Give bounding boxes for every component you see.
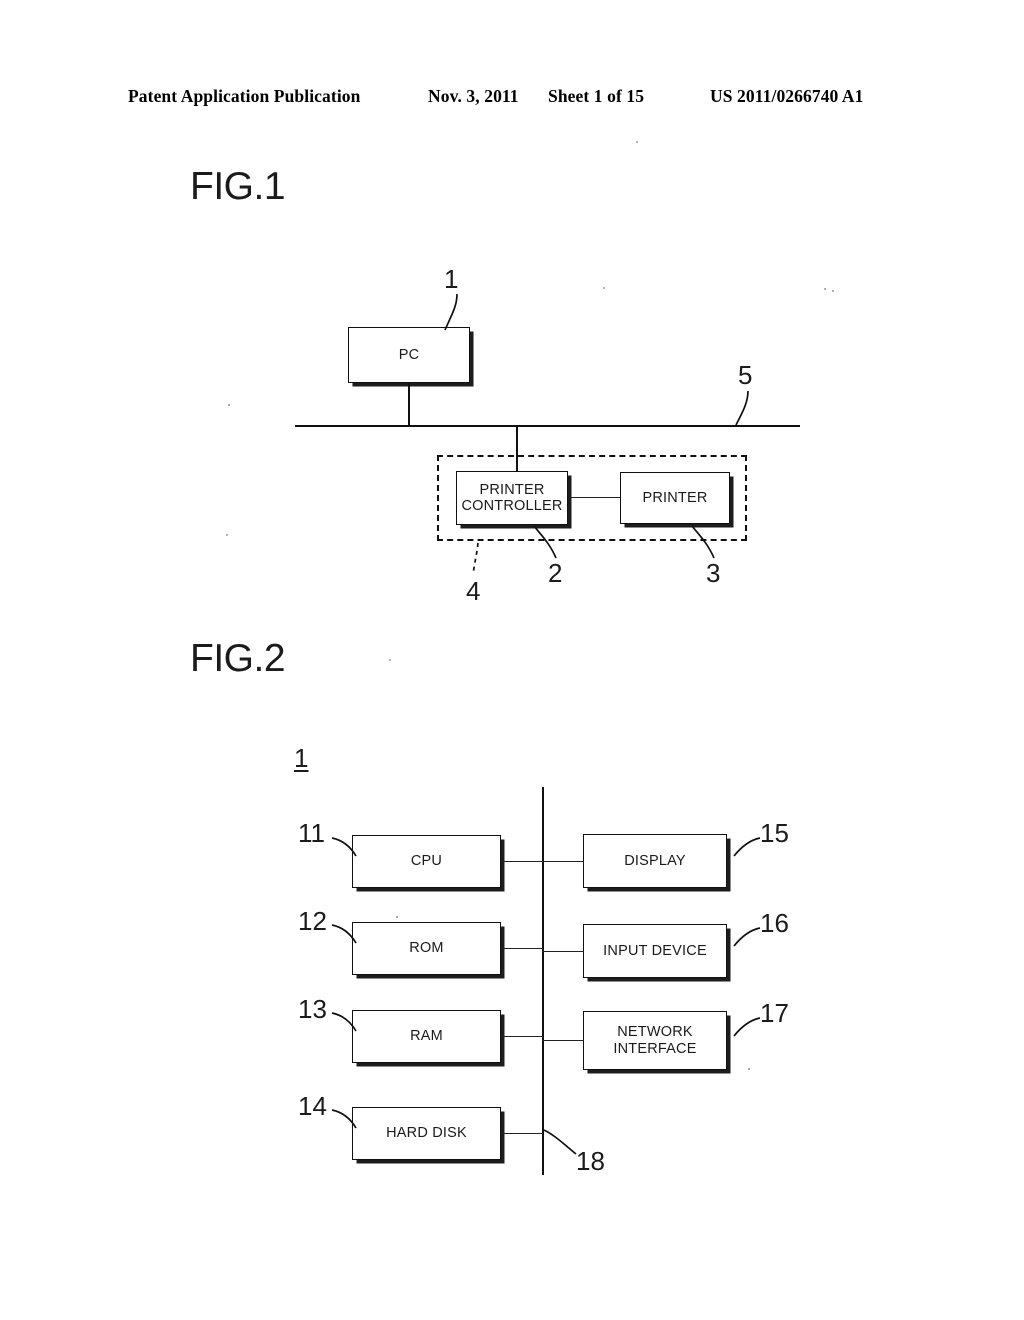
- connector-cpu-to-bus: [501, 861, 543, 863]
- block-printer: PRINTER: [620, 472, 730, 524]
- block-display-label: DISPLAY: [624, 852, 686, 869]
- reference-numeral-1: 1: [444, 264, 459, 294]
- connector-ram-to-bus: [501, 1036, 543, 1038]
- leader-line-5: [735, 390, 749, 426]
- scan-speck: [396, 916, 398, 918]
- figure-1-title: FIG.1: [190, 165, 286, 208]
- reference-numeral-system-1: 1: [294, 743, 309, 773]
- reference-numeral-12: 12: [298, 906, 327, 936]
- block-rom-label: ROM: [409, 940, 444, 957]
- block-rom: ROM: [352, 922, 501, 975]
- connector-controller-to-printer: [568, 497, 620, 499]
- scan-speck: [636, 141, 638, 143]
- reference-numeral-13: 13: [298, 994, 327, 1024]
- reference-numeral-16: 16: [760, 908, 789, 938]
- block-printer-controller-label: PRINTER CONTROLLER: [461, 481, 563, 514]
- block-printer-label: PRINTER: [642, 489, 708, 506]
- block-hard-disk: HARD DISK: [352, 1107, 501, 1160]
- scan-speck: [603, 287, 605, 289]
- connector-bus-to-network-interface: [542, 1040, 584, 1042]
- connector-network-to-printer-controller: [516, 426, 518, 471]
- reference-numeral-11: 11: [298, 818, 325, 848]
- network-bus-line: [295, 425, 800, 427]
- block-pc-label: PC: [398, 346, 420, 363]
- page-header: Patent Application Publication Nov. 3, 2…: [0, 86, 1024, 112]
- connector-bus-to-display: [542, 861, 584, 863]
- header-publication-title: Patent Application Publication: [128, 86, 361, 106]
- block-hard-disk-label: HARD DISK: [386, 1125, 467, 1142]
- reference-numeral-15: 15: [760, 818, 789, 848]
- scan-speck: [389, 659, 391, 661]
- block-cpu: CPU: [352, 835, 501, 888]
- block-display: DISPLAY: [583, 834, 727, 888]
- scan-speck: [748, 1068, 750, 1070]
- system-bus-line: [542, 787, 544, 1175]
- block-printer-controller: PRINTER CONTROLLER: [456, 471, 568, 525]
- block-input-device: INPUT DEVICE: [583, 924, 727, 978]
- scan-speck: [832, 290, 834, 292]
- leader-line-14: [331, 1109, 357, 1129]
- leader-line-4: [472, 542, 479, 575]
- leader-line-11: [331, 837, 357, 857]
- scan-speck: [824, 288, 826, 290]
- reference-numeral-17: 17: [760, 998, 789, 1028]
- header-document-number: US 2011/0266740 A1: [710, 86, 864, 106]
- block-network-interface: NETWORK INTERFACE: [583, 1011, 727, 1070]
- block-network-interface-label: NETWORK INTERFACE: [613, 1024, 697, 1057]
- block-ram: RAM: [352, 1010, 501, 1063]
- leader-line-17: [733, 1017, 761, 1037]
- scan-speck: [228, 404, 230, 406]
- connector-rom-to-bus: [501, 948, 543, 950]
- leader-line-2: [533, 525, 557, 559]
- connector-bus-to-input-device: [542, 951, 584, 953]
- reference-numeral-14: 14: [298, 1091, 327, 1121]
- reference-numeral-5: 5: [738, 360, 753, 390]
- header-publication-date: Nov. 3, 2011: [428, 86, 519, 106]
- scan-speck: [226, 534, 228, 536]
- leader-line-1: [444, 293, 458, 331]
- leader-line-16: [733, 927, 761, 947]
- header-sheet-number: Sheet 1 of 15: [548, 86, 645, 106]
- leader-line-3: [691, 525, 715, 559]
- leader-line-18: [543, 1129, 577, 1155]
- figure-2-title: FIG.2: [190, 637, 286, 680]
- leader-line-13: [331, 1012, 357, 1032]
- block-ram-label: RAM: [410, 1028, 443, 1045]
- leader-line-12: [331, 924, 357, 944]
- block-input-device-label: INPUT DEVICE: [603, 942, 707, 959]
- connector-hard-disk-to-bus: [501, 1133, 543, 1135]
- connector-pc-to-network: [408, 383, 410, 426]
- leader-line-15: [733, 837, 761, 857]
- block-cpu-label: CPU: [410, 853, 443, 870]
